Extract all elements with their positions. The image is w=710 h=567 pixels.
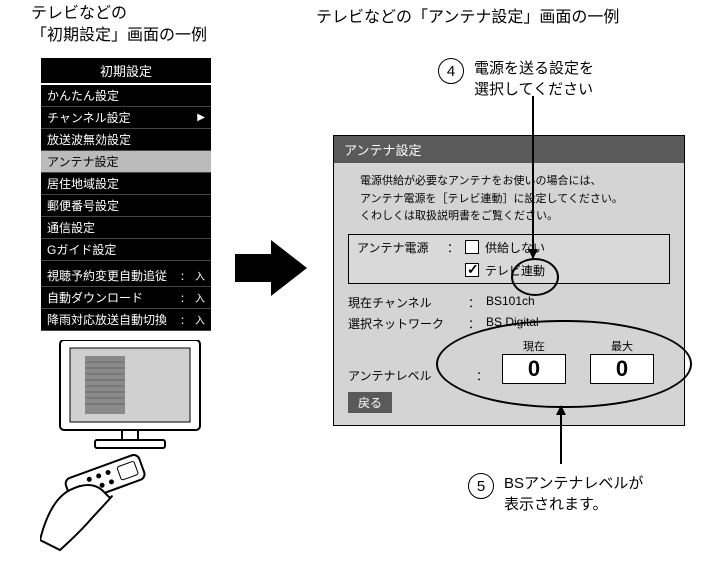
network-value: BS Digital — [486, 315, 670, 332]
menu-title: 初期設定 — [41, 58, 211, 85]
callout-5: 5 BSアンテナレベルが 表示されます。 — [468, 473, 643, 515]
tv-remote-illustration — [40, 340, 240, 565]
network-label: 選択ネットワーク — [348, 315, 468, 332]
menu-item-reservation-follow[interactable]: 視聴予約変更自動追従： 入 — [41, 265, 211, 287]
current-channel-label: 現在チャンネル — [348, 294, 468, 311]
panel-instruction: 電源供給が必要なアンテナをお使いの場合には、 アンテナ電源を［テレビ連動］に設定… — [360, 173, 670, 226]
option-no-supply-checkbox[interactable] — [465, 240, 479, 254]
heading-left: テレビなどの 「初期設定」画面の一例 — [31, 3, 207, 48]
antenna-power-box: アンテナ電源 ： 供給しない テレビ連動 — [348, 234, 670, 284]
antenna-level-label: アンテナレベル — [348, 367, 468, 384]
back-button[interactable]: 戻る — [348, 392, 392, 413]
option-tv-link-checkbox[interactable] — [465, 263, 479, 277]
menu-item-comm[interactable]: 通信設定 — [41, 217, 211, 239]
callout-4: 4 電源を送る設定を 選択してください — [438, 58, 594, 100]
step-4-badge: 4 — [438, 58, 464, 84]
antenna-settings-panel: アンテナ設定 電源供給が必要なアンテナをお使いの場合には、 アンテナ電源を［テレ… — [333, 135, 685, 426]
heading-left-line1: テレビなどの — [31, 5, 127, 22]
menu-item-broadcast-disable[interactable]: 放送波無効設定 — [41, 129, 211, 151]
step-5-badge: 5 — [468, 473, 494, 499]
antenna-power-label: アンテナ電源 — [357, 239, 447, 256]
current-channel-value: BS101ch — [486, 294, 670, 311]
menu-item-antenna[interactable]: アンテナ設定 — [41, 151, 211, 173]
arrow-right-icon — [235, 240, 307, 301]
option-tv-link-label: テレビ連動 — [485, 262, 661, 279]
panel-title: アンテナ設定 — [334, 136, 684, 163]
level-current-box: 現在 0 — [502, 338, 566, 384]
option-no-supply-label: 供給しない — [485, 239, 661, 256]
level-max-box: 最大 0 — [590, 338, 654, 384]
pointer-arrow-4 — [532, 96, 534, 258]
menu-item-auto-download[interactable]: 自動ダウンロード： 入 — [41, 287, 211, 309]
menu-item-rain-switch[interactable]: 降雨対応放送自動切換： 入 — [41, 309, 211, 331]
heading-right: テレビなどの「アンテナ設定」画面の一例 — [316, 3, 619, 27]
heading-left-line2: 「初期設定」画面の一例 — [31, 27, 207, 44]
menu-item-gguide[interactable]: Gガイド設定 — [41, 239, 211, 261]
menu-item-channel[interactable]: チャンネル設定▶ — [41, 107, 211, 129]
chevron-right-icon: ▶ — [197, 112, 205, 123]
level-max-value: 0 — [590, 354, 654, 384]
initial-settings-menu: 初期設定 かんたん設定 チャンネル設定▶ 放送波無効設定 アンテナ設定 居住地域… — [41, 58, 211, 331]
level-current-value: 0 — [502, 354, 566, 384]
menu-item-postal[interactable]: 郵便番号設定 — [41, 195, 211, 217]
menu-item-easy[interactable]: かんたん設定 — [41, 85, 211, 107]
menu-item-region[interactable]: 居住地域設定 — [41, 173, 211, 195]
pointer-arrow-5 — [560, 406, 562, 464]
